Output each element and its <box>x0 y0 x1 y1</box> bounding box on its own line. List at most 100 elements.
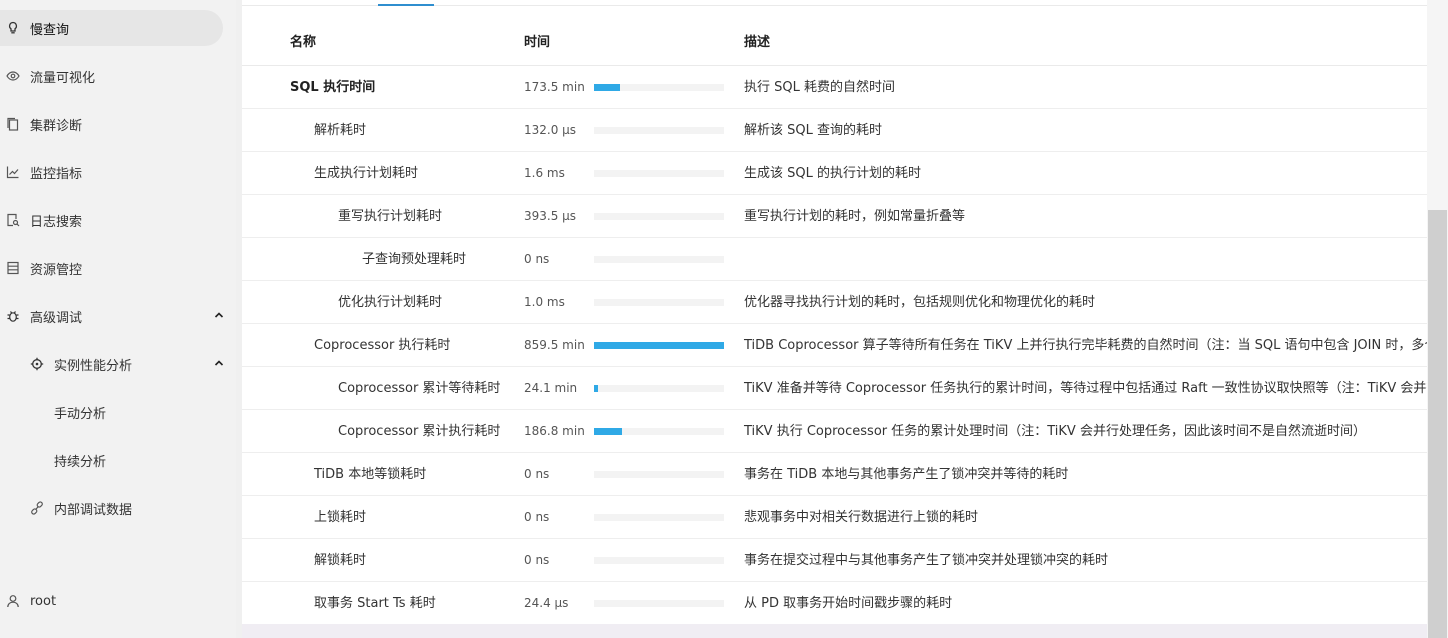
cell-time: 1.0 ms <box>524 295 565 309</box>
duration-bar-track <box>594 256 724 263</box>
sidebar-item-advanced-debug[interactable]: 高级调试 <box>0 298 236 334</box>
cell-desc: 执行 SQL 耗费的自然时间 <box>744 80 895 95</box>
sidebar-item-slow-query[interactable]: 慢查询 <box>0 10 223 46</box>
cell-time: 859.5 min <box>524 338 585 352</box>
sidebar-item-label: 流量可视化 <box>30 70 96 86</box>
sidebar-item-label: 内部调试数据 <box>54 502 133 518</box>
cell-name: 生成执行计划耗时 <box>314 166 419 181</box>
table-row[interactable]: Coprocessor 累计等待耗时 24.1 min TiKV 准备并等待 Cop… <box>242 367 1427 410</box>
sidebar-item-label: 手动分析 <box>54 406 107 422</box>
cell-name: 解析耗时 <box>314 123 367 138</box>
sidebar: 慢查询 流量可视化 集群诊断 监控指标 日志搜索 资源管控 高级调试 实例性能分… <box>0 0 236 638</box>
table-row[interactable]: TiDB 本地等锁耗时 0 ns 事务在 TiDB 本地与其他事务产生了锁冲突并等待… <box>242 453 1427 496</box>
table-row[interactable]: 优化执行计划耗时 1.0 ms 优化器寻找执行计划的耗时，包括规则优化和物理优化的耗… <box>242 281 1427 324</box>
table-row[interactable]: 生成执行计划耗时 1.6 ms 生成该 SQL 的执行计划的耗时 <box>242 152 1427 195</box>
duration-bar-track <box>594 299 724 306</box>
cell-desc: TiDB Coprocessor 算子等待所有任务在 TiKV 上并行执行完毕耗… <box>744 338 1427 353</box>
cell-time: 0 ns <box>524 252 550 266</box>
cell-name: SQL 执行时间 <box>290 80 376 95</box>
cell-time: 186.8 min <box>524 424 585 438</box>
sidebar-item-label: 日志搜索 <box>30 214 83 230</box>
cell-name: 上锁耗时 <box>314 510 367 525</box>
chevron-up-icon <box>214 357 224 367</box>
sidebar-item-manual-profiling[interactable]: 手动分析 <box>0 394 230 430</box>
cell-desc: 从 PD 取事务开始时间戳步骤的耗时 <box>744 596 953 611</box>
column-header-desc[interactable]: 描述 <box>744 24 770 66</box>
cell-desc: 优化器寻找执行计划的耗时，包括规则优化和物理优化的耗时 <box>744 295 1096 310</box>
sidebar-item-diagnose[interactable]: 集群诊断 <box>0 106 230 142</box>
cell-time: 0 ns <box>524 510 550 524</box>
table-header: 名称 时间 描述 <box>242 24 1427 66</box>
duration-bar-track <box>594 471 724 478</box>
file-search-icon <box>6 213 20 227</box>
link-icon <box>30 501 44 515</box>
column-header-time[interactable]: 时间 <box>524 24 550 66</box>
sidebar-item-monitoring[interactable]: 监控指标 <box>0 154 230 190</box>
main-panel: 名称 时间 描述 SQL 执行时间 173.5 min 执行 SQL 耗费的自然时间… <box>242 0 1427 624</box>
cell-name: Coprocessor 累计等待耗时 <box>338 381 501 396</box>
sidebar-item-instance-profiling[interactable]: 实例性能分析 <box>0 346 236 382</box>
bulb-icon <box>6 21 20 35</box>
table-row[interactable]: 解析耗时 132.0 μs 解析该 SQL 查询的耗时 <box>242 109 1427 152</box>
duration-bar-track <box>594 600 724 607</box>
sidebar-item-log-search[interactable]: 日志搜索 <box>0 202 230 238</box>
cell-name: Coprocessor 累计执行耗时 <box>338 424 501 439</box>
table-row[interactable]: 子查询预处理耗时 0 ns <box>242 238 1427 281</box>
cell-name: 重写执行计划耗时 <box>338 209 443 224</box>
cell-time: 0 ns <box>524 467 550 481</box>
sidebar-item-label: 集群诊断 <box>30 118 83 134</box>
column-header-name[interactable]: 名称 <box>290 24 316 66</box>
bug-icon <box>6 309 20 323</box>
scrollbar-thumb[interactable] <box>1428 210 1447 638</box>
table-row[interactable]: SQL 执行时间 173.5 min 执行 SQL 耗费的自然时间 <box>242 66 1427 109</box>
cell-name: 解锁耗时 <box>314 553 367 568</box>
table-row[interactable]: Coprocessor 执行耗时 859.5 min TiDB Coprocesso… <box>242 324 1427 367</box>
duration-bar-track <box>594 342 724 349</box>
table-row[interactable]: 解锁耗时 0 ns 事务在提交过程中与其他事务产生了锁冲突并处理锁冲突的耗时 <box>242 539 1427 582</box>
duration-bar-track <box>594 84 724 91</box>
cell-time: 393.5 μs <box>524 209 577 223</box>
duration-bar-track <box>594 170 724 177</box>
cell-desc: 生成该 SQL 的执行计划的耗时 <box>744 166 921 181</box>
cell-desc: TiKV 准备并等待 Coprocessor 任务执行的累计时间，等待过程中包括… <box>744 381 1427 396</box>
database-icon <box>6 261 20 275</box>
cell-desc: TiKV 执行 Coprocessor 任务的累计处理时间（注：TiKV 会并行… <box>744 424 1366 439</box>
duration-bar-fill <box>594 385 598 392</box>
cell-name: TiDB 本地等锁耗时 <box>314 467 427 482</box>
cell-time: 24.4 μs <box>524 596 569 610</box>
table-row[interactable]: 重写执行计划耗时 393.5 μs 重写执行计划的耗时，例如常量折叠等 <box>242 195 1427 238</box>
duration-bar-fill <box>594 342 724 349</box>
user-menu[interactable]: root <box>0 583 230 619</box>
footer-strip <box>242 624 1427 638</box>
cell-time: 24.1 min <box>524 381 578 395</box>
sidebar-item-resource[interactable]: 资源管控 <box>0 250 230 286</box>
aim-icon <box>30 357 44 371</box>
duration-bar-track <box>594 213 724 220</box>
sidebar-item-debug-api[interactable]: 内部调试数据 <box>0 490 230 526</box>
sidebar-item-traffic[interactable]: 流量可视化 <box>0 58 230 94</box>
duration-bar-fill <box>594 428 623 435</box>
eye-icon <box>6 69 20 83</box>
sidebar-item-label: 慢查询 <box>30 22 70 38</box>
active-tab-indicator <box>378 4 434 6</box>
user-name: root <box>30 593 57 609</box>
sidebar-item-label: 监控指标 <box>30 166 83 182</box>
table-row[interactable]: 取事务 Start Ts 耗时 24.4 μs 从 PD 取事务开始时间戳步骤的耗时 <box>242 582 1427 624</box>
cell-desc: 事务在 TiDB 本地与其他事务产生了锁冲突并等待的耗时 <box>744 467 1069 482</box>
duration-bar-track <box>594 557 724 564</box>
cell-time: 132.0 μs <box>524 123 577 137</box>
table-row[interactable]: 上锁耗时 0 ns 悲观事务中对相关行数据进行上锁的耗时 <box>242 496 1427 539</box>
cell-desc: 重写执行计划的耗时，例如常量折叠等 <box>744 209 966 224</box>
table-row[interactable]: Coprocessor 累计执行耗时 186.8 min TiKV 执行 Copro… <box>242 410 1427 453</box>
sidebar-item-label: 持续分析 <box>54 454 107 470</box>
duration-bar-track <box>594 385 724 392</box>
cell-time: 173.5 min <box>524 80 585 94</box>
user-icon <box>6 594 20 608</box>
scrollbar[interactable] <box>1427 0 1448 638</box>
cell-desc: 事务在提交过程中与其他事务产生了锁冲突并处理锁冲突的耗时 <box>744 553 1109 568</box>
cell-time: 0 ns <box>524 553 550 567</box>
cell-desc: 悲观事务中对相关行数据进行上锁的耗时 <box>744 510 979 525</box>
sidebar-item-label: 实例性能分析 <box>54 358 133 374</box>
sidebar-item-continuous-profiling[interactable]: 持续分析 <box>0 442 230 478</box>
duration-bar-track <box>594 428 724 435</box>
